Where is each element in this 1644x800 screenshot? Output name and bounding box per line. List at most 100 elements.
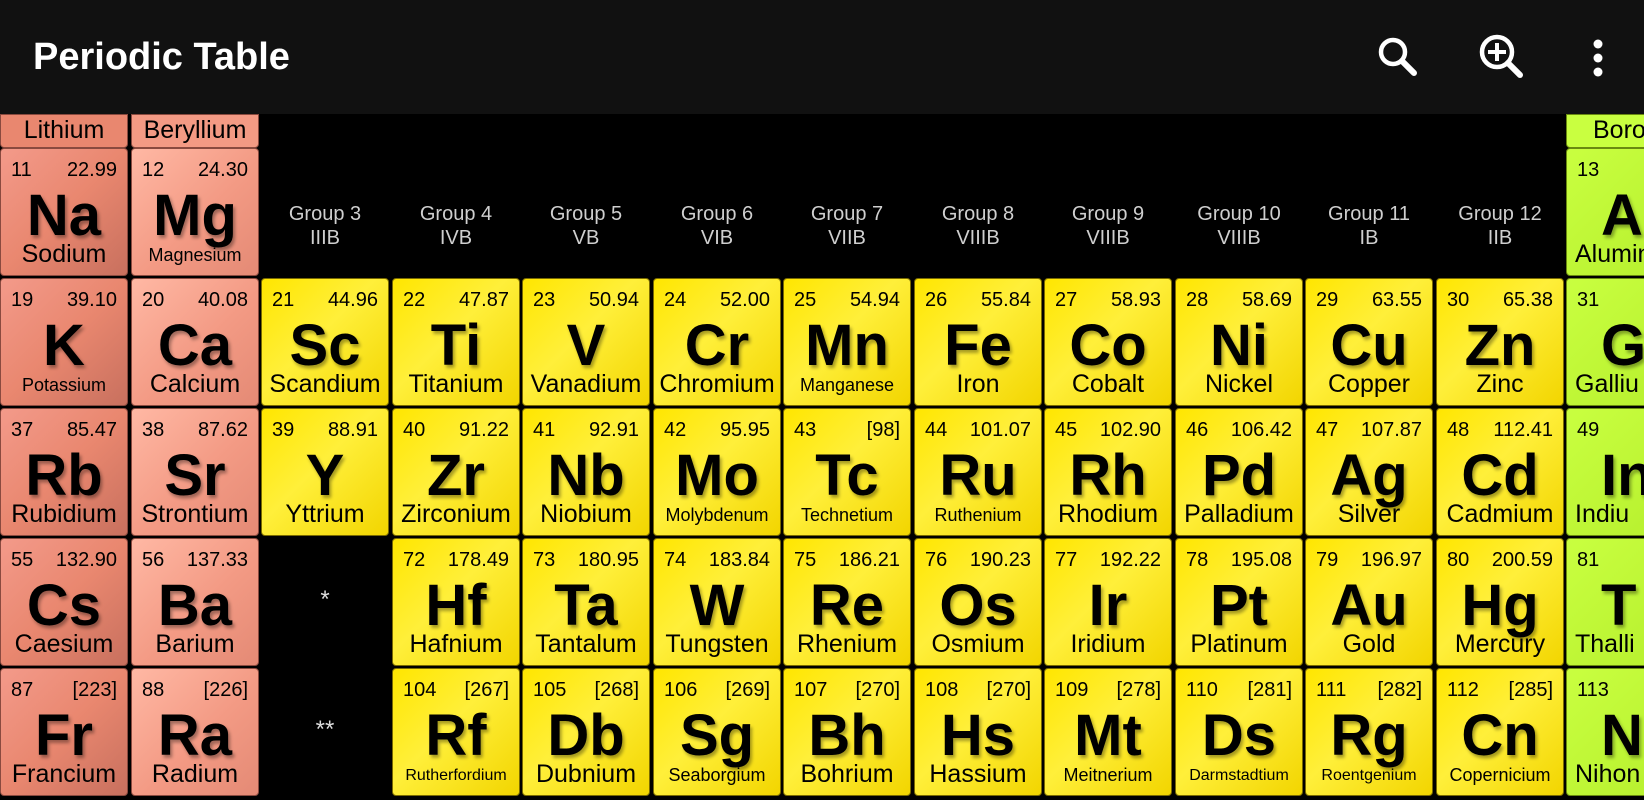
element-cell[interactable]: 132AAlumin (1566, 148, 1644, 276)
element-cell[interactable]: 28 58.69 Ni Nickel (1175, 278, 1303, 406)
group-roman: IVB (439, 227, 473, 249)
group-header: Group 10 VIIIB (1174, 202, 1304, 250)
overflow-menu-button[interactable] (1568, 28, 1628, 88)
group-header: Group 12 IIB (1435, 202, 1565, 250)
element-cell[interactable]: 316GaGalliu (1566, 278, 1644, 406)
element-cell[interactable]: 88 [226] Ra Radium (131, 668, 259, 796)
element-cell[interactable]: 107 [270] Bh Bohrium (783, 668, 911, 796)
element-cell[interactable]: 12 24.30 Mg Magnesium (131, 148, 259, 276)
element-cell[interactable]: 21 44.96 Sc Scandium (261, 278, 389, 406)
element-symbol: Mt (1074, 703, 1142, 768)
element-cell[interactable]: 72 178.49 Hf Hafnium (392, 538, 520, 666)
element-cell[interactable]: 26 55.84 Fe Iron (914, 278, 1042, 406)
element-cell[interactable]: 20 40.08 Ca Calcium (131, 278, 259, 406)
atomic-mass: 40.08 (197, 289, 248, 311)
element-cell[interactable]: 81 T Thalli (1566, 538, 1644, 666)
group-roman: IIB (1487, 227, 1513, 249)
element-cell[interactable]: 45 102.90 Rh Rhodium (1044, 408, 1172, 536)
element-cell[interactable]: 113NhNihon (1566, 668, 1644, 796)
element-symbol: Na (26, 183, 102, 248)
element-cell[interactable]: 110 [281] Ds Darmstadtium (1175, 668, 1303, 796)
element-cell[interactable]: 74 183.84 W Tungsten (653, 538, 781, 666)
element-cell[interactable]: 41 92.91 Nb Niobium (522, 408, 650, 536)
element-cell[interactable]: 40 91.22 Zr Zirconium (392, 408, 520, 536)
element-cell[interactable]: 22 47.87 Ti Titanium (392, 278, 520, 406)
element-cell[interactable]: 47 107.87 Ag Silver (1305, 408, 1433, 536)
element-cell[interactable]: 44 101.07 Ru Ruthenium (914, 408, 1042, 536)
element-name: Seaborgium (668, 765, 766, 785)
element-cell[interactable]: 106 [269] Sg Seaborgium (653, 668, 781, 796)
element-cell[interactable]: 108 [270] Hs Hassium (914, 668, 1042, 796)
element-cell[interactable]: 55 132.90 Cs Caesium (0, 538, 128, 666)
element-cell[interactable]: 48 112.41 Cd Cadmium (1436, 408, 1564, 536)
element-cell[interactable]: 46 106.42 Pd Palladium (1175, 408, 1303, 536)
zoom-button[interactable] (1472, 28, 1532, 88)
element-cell[interactable]: 105 [268] Db Dubnium (522, 668, 650, 796)
group-header: Group 3 IIIB (260, 202, 390, 250)
element-cell[interactable]: 112 [285] Cn Copernicium (1436, 668, 1564, 796)
element-cell[interactable]: 75 186.21 Re Rhenium (783, 538, 911, 666)
element-name: Rhodium (1057, 500, 1159, 528)
element-cell[interactable]: 76 190.23 Os Osmium (914, 538, 1042, 666)
element-cell[interactable]: 25 54.94 Mn Manganese (783, 278, 911, 406)
element-symbol: Cs (26, 573, 102, 638)
element-cell[interactable]: 30 65.38 Zn Zinc (1436, 278, 1564, 406)
element-cell[interactable]: 87 [223] Fr Francium (0, 668, 128, 796)
element-cell[interactable]: 19 39.10 K Potassium (0, 278, 128, 406)
element-name: Iron (956, 370, 1000, 398)
page-title: Periodic Table (33, 36, 290, 78)
element-symbol: In (1601, 443, 1644, 508)
element-cell[interactable]: 38 87.62 Sr Strontium (131, 408, 259, 536)
element-symbol: Mg (153, 183, 237, 248)
element-cell[interactable]: 109 [278] Mt Meitnerium (1044, 668, 1172, 796)
element-cell[interactable]: 42 95.95 Mo Molybdenum (653, 408, 781, 536)
atomic-number: 42 (664, 419, 687, 441)
group-roman: VB (572, 227, 600, 249)
element-cell[interactable]: 11 22.99 Na Sodium (0, 148, 128, 276)
atomic-number: 74 (664, 549, 687, 571)
atomic-mass: 195.08 (1230, 549, 1292, 571)
element-cell[interactable]: 56 137.33 Ba Barium (131, 538, 259, 666)
atomic-mass: 180.95 (577, 549, 639, 571)
element-cell[interactable]: 23 50.94 V Vanadium (522, 278, 650, 406)
element-cell[interactable]: 111 [282] Rg Roentgenium (1305, 668, 1433, 796)
partial-element-cell[interactable]: Boro (1566, 114, 1644, 148)
atomic-mass: 186.21 (838, 549, 900, 571)
atomic-number: 19 (11, 289, 34, 311)
zoom-in-icon (1479, 34, 1523, 78)
element-cell[interactable]: 27 58.93 Co Cobalt (1044, 278, 1172, 406)
element-cell[interactable]: 24 52.00 Cr Chromium (653, 278, 781, 406)
element-name: Indiu (1575, 500, 1630, 528)
element-cell[interactable]: 39 88.91 Y Yttrium (261, 408, 389, 536)
element-symbol: Db (547, 703, 625, 768)
element-cell[interactable]: 4911InIndiu (1566, 408, 1644, 536)
atomic-number: 29 (1316, 289, 1339, 311)
element-name: Platinum (1190, 630, 1288, 658)
atomic-number: 109 (1055, 679, 1089, 701)
element-symbol: Rg (1330, 703, 1408, 768)
atomic-mass: 58.69 (1241, 289, 1292, 311)
element-symbol: Cd (1461, 443, 1539, 508)
element-cell[interactable]: 77 192.22 Ir Iridium (1044, 538, 1172, 666)
group-header: Group 6 VIB (652, 202, 782, 250)
element-cell[interactable]: 37 85.47 Rb Rubidium (0, 408, 128, 536)
element-symbol: Rf (425, 703, 487, 768)
group-name: Group 5 (549, 203, 623, 225)
atomic-number: 24 (664, 289, 687, 311)
partial-element-cell[interactable]: Beryllium (131, 114, 259, 148)
element-name: Meitnerium (1063, 765, 1153, 785)
atomic-mass: [268] (594, 679, 639, 701)
element-cell[interactable]: 29 63.55 Cu Copper (1305, 278, 1433, 406)
element-symbol: Zr (427, 443, 485, 508)
element-cell[interactable]: 78 195.08 Pt Platinum (1175, 538, 1303, 666)
element-cell[interactable]: 73 180.95 Ta Tantalum (522, 538, 650, 666)
atomic-mass: [269] (725, 679, 770, 701)
search-button[interactable] (1368, 28, 1428, 88)
element-symbol: Nh (1601, 703, 1644, 768)
element-cell[interactable]: 104 [267] Rf Rutherfordium (392, 668, 520, 796)
element-symbol: Bh (808, 703, 886, 768)
element-cell[interactable]: 79 196.97 Au Gold (1305, 538, 1433, 666)
partial-element-cell[interactable]: Lithium (0, 114, 128, 148)
element-cell[interactable]: 80 200.59 Hg Mercury (1436, 538, 1564, 666)
element-cell[interactable]: 43 [98] Tc Technetium (783, 408, 911, 536)
